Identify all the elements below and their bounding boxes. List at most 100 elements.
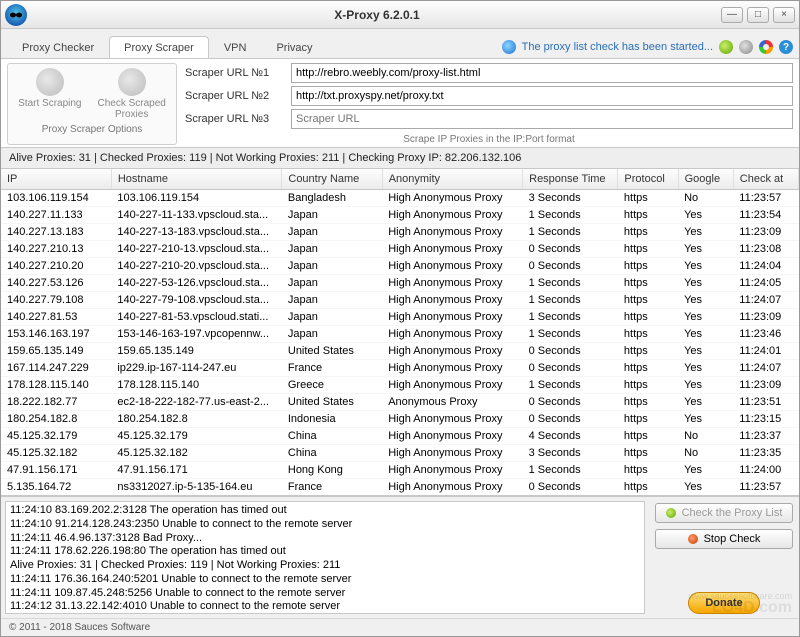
help-icon[interactable]: ?: [779, 40, 793, 54]
table-row[interactable]: 103.106.119.154103.106.119.154Bangladesh…: [1, 190, 799, 207]
table-row[interactable]: 5.135.164.72ns3312027.ip-5-135-164.euFra…: [1, 479, 799, 496]
table-cell: Yes: [678, 224, 733, 241]
table-cell: 11:24:01: [733, 343, 798, 360]
table-row[interactable]: 140.227.79.108140-227-79-108.vpscloud.st…: [1, 292, 799, 309]
color-wheel-icon[interactable]: [759, 40, 773, 54]
table-cell: Yes: [678, 411, 733, 428]
table-cell: https: [618, 275, 678, 292]
table-row[interactable]: 180.254.182.8180.254.182.8IndonesiaHigh …: [1, 411, 799, 428]
table-cell: 178.128.115.140: [111, 377, 282, 394]
table-cell: 140-227-11-133.vpscloud.sta...: [111, 207, 282, 224]
table-cell: Japan: [282, 275, 382, 292]
maximize-button[interactable]: □: [747, 7, 769, 23]
proxy-table[interactable]: IPHostnameCountry NameAnonymityResponse …: [1, 169, 799, 496]
table-cell: 45.125.32.179: [1, 428, 111, 445]
table-cell: 11:23:15: [733, 411, 798, 428]
table-row[interactable]: 140.227.53.126140-227-53-126.vpscloud.st…: [1, 275, 799, 292]
toolbar-group-caption: Proxy Scraper Options: [42, 124, 143, 135]
table-cell: High Anonymous Proxy: [382, 343, 522, 360]
log-line: 11:24:11 176.36.164.240:5201 Unable to c…: [10, 573, 640, 587]
settings-orb-icon[interactable]: [739, 40, 753, 54]
table-row[interactable]: 178.128.115.140178.128.115.140GreeceHigh…: [1, 377, 799, 394]
table-cell: Japan: [282, 224, 382, 241]
table-cell: 45.125.32.182: [111, 445, 282, 462]
check-scraped-label: Check Scraped Proxies: [98, 98, 166, 120]
column-header[interactable]: Check at: [733, 169, 798, 190]
table-cell: Yes: [678, 241, 733, 258]
table-cell: https: [618, 428, 678, 445]
table-cell: 140.227.210.13: [1, 241, 111, 258]
table-row[interactable]: 159.65.135.149159.65.135.149United State…: [1, 343, 799, 360]
table-row[interactable]: 140.227.210.13140-227-210-13.vpscloud.st…: [1, 241, 799, 258]
table-cell: Anonymous Proxy: [382, 394, 522, 411]
table-cell: 140.227.81.53: [1, 309, 111, 326]
refresh-icon[interactable]: [502, 40, 516, 54]
table-cell: 103.106.119.154: [111, 190, 282, 207]
log-output[interactable]: 11:24:10 83.169.202.2:3128 The operation…: [5, 501, 645, 614]
table-cell: https: [618, 343, 678, 360]
table-row[interactable]: 45.125.32.17945.125.32.179ChinaHigh Anon…: [1, 428, 799, 445]
table-cell: 1 Seconds: [523, 326, 618, 343]
table-row[interactable]: 153.146.163.197153-146-163-197.vpcopennw…: [1, 326, 799, 343]
log-line: 11:24:11 109.87.45.248:5256 Unable to co…: [10, 587, 640, 601]
scraper-url3-label: Scraper URL №3: [185, 113, 285, 125]
table-cell: United States: [282, 394, 382, 411]
table-row[interactable]: 45.125.32.18245.125.32.182ChinaHigh Anon…: [1, 445, 799, 462]
table-row[interactable]: 140.227.13.183140-227-13-183.vpscloud.st…: [1, 224, 799, 241]
check-proxy-list-label: Check the Proxy List: [682, 507, 783, 519]
table-row[interactable]: 18.222.182.77ec2-18-222-182-77.us-east-2…: [1, 394, 799, 411]
table-row[interactable]: 167.114.247.229ip229.ip-167-114-247.euFr…: [1, 360, 799, 377]
table-cell: 140.227.11.133: [1, 207, 111, 224]
table-cell: 153.146.163.197: [1, 326, 111, 343]
table-cell: https: [618, 479, 678, 496]
table-cell: 140-227-53-126.vpscloud.sta...: [111, 275, 282, 292]
table-cell: https: [618, 292, 678, 309]
table-cell: High Anonymous Proxy: [382, 207, 522, 224]
scraper-url1-input[interactable]: [291, 63, 793, 83]
table-cell: https: [618, 445, 678, 462]
log-line: 11:24:11 178.62.226.198:80 The operation…: [10, 545, 640, 559]
minimize-button[interactable]: —: [721, 7, 743, 23]
red-dot-icon: [688, 534, 698, 544]
table-cell: Japan: [282, 258, 382, 275]
column-header[interactable]: Google: [678, 169, 733, 190]
app-logo-icon: [5, 4, 27, 26]
table-cell: Japan: [282, 326, 382, 343]
table-cell: https: [618, 207, 678, 224]
column-header[interactable]: Hostname: [111, 169, 282, 190]
column-header[interactable]: Protocol: [618, 169, 678, 190]
table-cell: 180.254.182.8: [1, 411, 111, 428]
table-row[interactable]: 140.227.81.53140-227-81-53.vpscloud.stat…: [1, 309, 799, 326]
table-cell: 0 Seconds: [523, 411, 618, 428]
close-button[interactable]: ×: [773, 7, 795, 23]
start-scraping-button[interactable]: Start Scraping: [18, 68, 81, 120]
table-row[interactable]: 47.91.156.17147.91.156.171Hong KongHigh …: [1, 462, 799, 479]
table-cell: Yes: [678, 377, 733, 394]
scraper-url3-input[interactable]: [291, 109, 793, 129]
table-cell: 11:23:57: [733, 479, 798, 496]
table-cell: 140-227-13-183.vpscloud.sta...: [111, 224, 282, 241]
table-cell: High Anonymous Proxy: [382, 258, 522, 275]
table-cell: 167.114.247.229: [1, 360, 111, 377]
table-cell: 140-227-79-108.vpscloud.sta...: [111, 292, 282, 309]
table-cell: 11:24:07: [733, 360, 798, 377]
table-cell: https: [618, 360, 678, 377]
check-scraped-proxies-button[interactable]: Check Scraped Proxies: [98, 68, 166, 120]
table-row[interactable]: 140.227.210.20140-227-210-20.vpscloud.st…: [1, 258, 799, 275]
check-proxy-list-button[interactable]: Check the Proxy List: [655, 503, 793, 523]
tab-vpn[interactable]: VPN: [209, 36, 262, 58]
table-cell: Indonesia: [282, 411, 382, 428]
scraper-url2-input[interactable]: [291, 86, 793, 106]
tab-privacy[interactable]: Privacy: [261, 36, 327, 58]
table-cell: 11:23:54: [733, 207, 798, 224]
column-header[interactable]: Anonymity: [382, 169, 522, 190]
column-header[interactable]: Country Name: [282, 169, 382, 190]
table-cell: China: [282, 428, 382, 445]
donate-button[interactable]: Donate: [688, 592, 759, 614]
table-row[interactable]: 140.227.11.133140-227-11-133.vpscloud.st…: [1, 207, 799, 224]
column-header[interactable]: IP: [1, 169, 111, 190]
stop-check-button[interactable]: Stop Check: [655, 529, 793, 549]
tab-proxy-checker[interactable]: Proxy Checker: [7, 36, 109, 58]
tab-proxy-scraper[interactable]: Proxy Scraper: [109, 36, 209, 58]
column-header[interactable]: Response Time: [523, 169, 618, 190]
